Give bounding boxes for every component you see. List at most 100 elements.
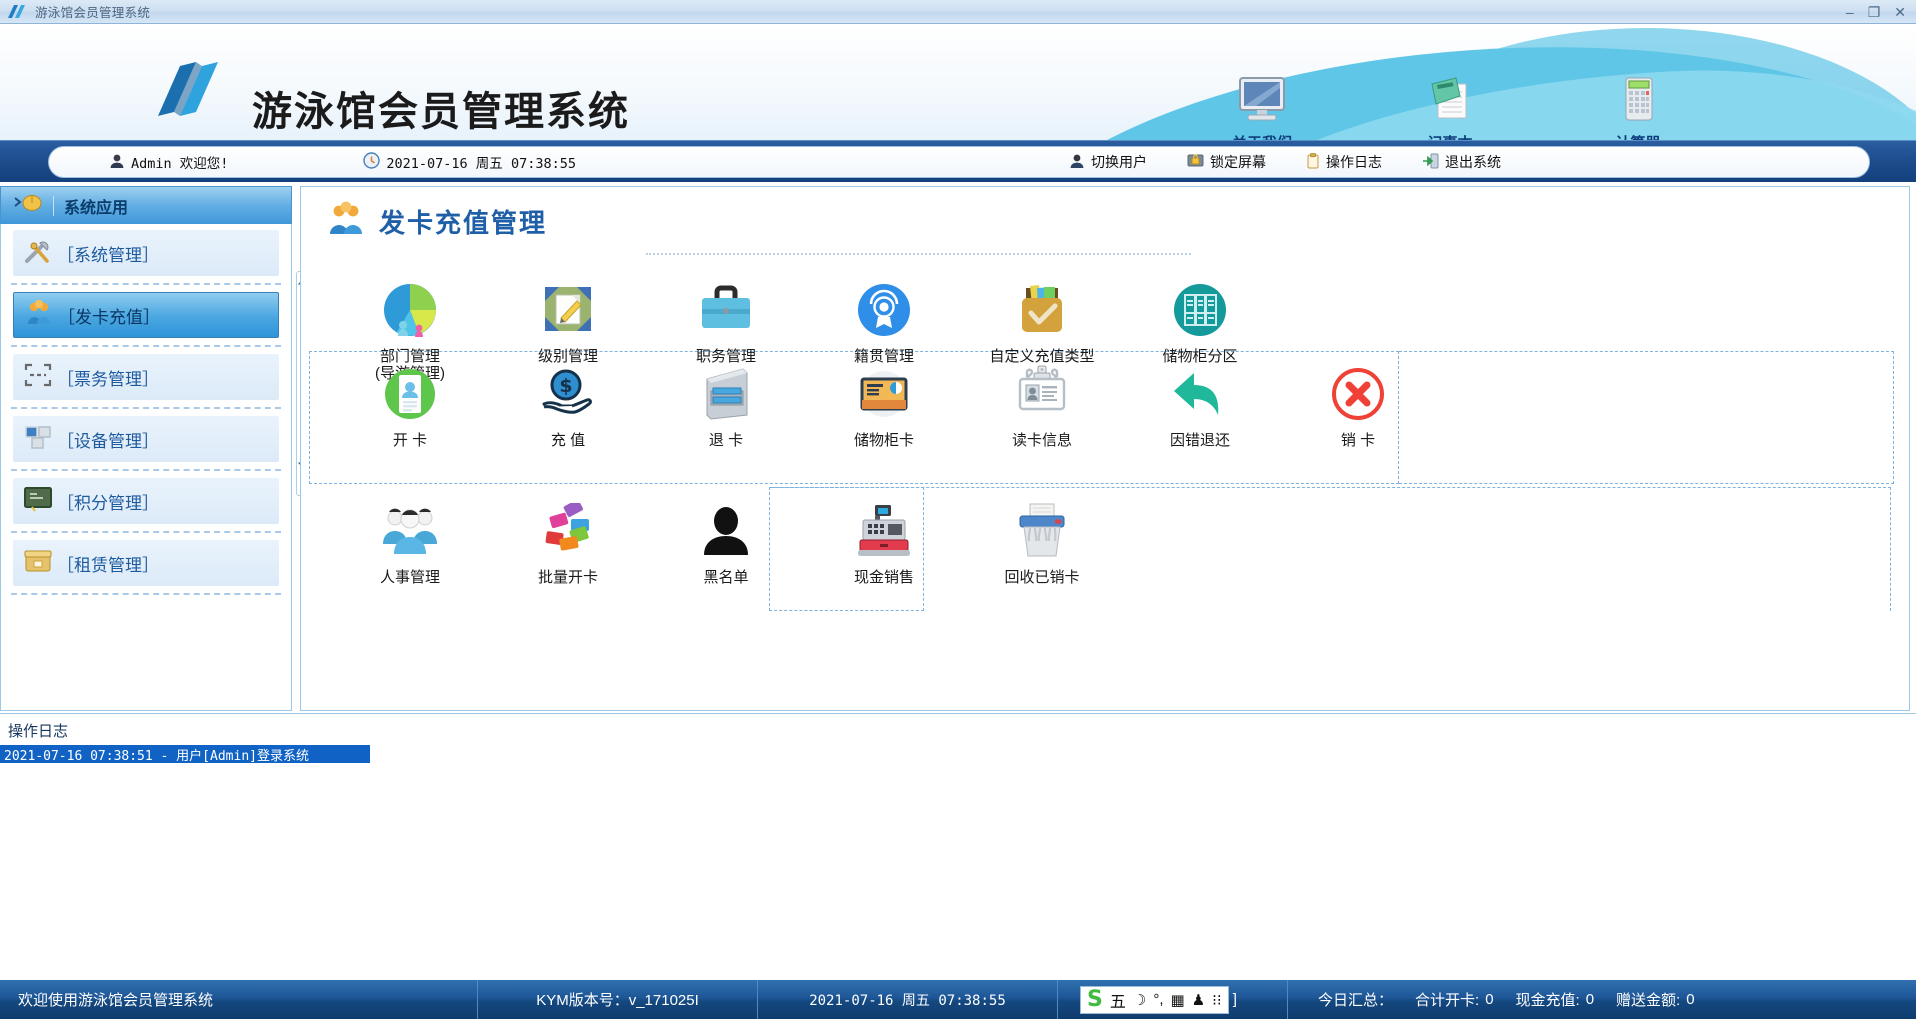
tile-label: 退 卡 — [647, 432, 805, 449]
members-icon — [24, 299, 54, 332]
lock-screen-button[interactable]: 锁定屏幕 — [1187, 152, 1266, 172]
exit-system-button[interactable]: 退出系统 — [1422, 152, 1501, 172]
lock-screen-icon — [1187, 153, 1204, 172]
sidebar-item-card-recharge[interactable]: ［发卡充值］ — [13, 292, 279, 338]
ime-toolbar[interactable]: S 五 ☽ °, ▦ ♟ ⁝⁝ — [1080, 986, 1229, 1014]
keyboard-icon[interactable]: ▦ — [1171, 991, 1185, 1009]
sidebar-divider — [11, 469, 281, 471]
operation-log-title: 操作日志 — [0, 714, 1916, 745]
tile-hr-management[interactable]: 人事管理 — [331, 494, 489, 586]
panel-header: 发卡充值管理 — [301, 187, 1909, 242]
tile-return-card[interactable]: 退 卡 — [647, 357, 805, 449]
tile-label: 黑名单 — [647, 569, 805, 586]
ime-tail: ] — [1233, 991, 1237, 1008]
tile-cancel-card[interactable]: 销 卡 — [1279, 357, 1437, 449]
tools-icon — [23, 237, 53, 270]
card-dispenser-icon — [647, 363, 805, 425]
summary-cash-recharge-label: 现金充值: — [1516, 989, 1580, 1010]
points-icon — [23, 486, 53, 517]
current-datetime: 2021-07-16 周五 07:38:55 — [363, 152, 576, 172]
welcome-user-text: Admin 欢迎您! — [131, 152, 228, 172]
tile-open-card[interactable]: 开 卡 — [331, 357, 489, 449]
minimize-button[interactable]: – — [1846, 5, 1854, 19]
datetime-text: 2021-07-16 周五 07:38:55 — [386, 152, 576, 172]
ime-indicator[interactable]: S 五 ☽ °, ▦ ♟ ⁝⁝ ] — [1058, 980, 1288, 1019]
window-title: 游泳馆会员管理系统 — [35, 2, 150, 21]
folder-check-icon — [963, 279, 1121, 341]
operation-log-button[interactable]: 操作日志 — [1306, 152, 1382, 172]
sidebar-item-label: ［设备管理］ — [57, 427, 159, 452]
undo-arrow-icon — [1121, 363, 1279, 425]
people-icon — [331, 500, 489, 562]
sidebar-item-label: ［租赁管理］ — [57, 551, 159, 576]
tile-read-card-info[interactable]: 读卡信息 — [963, 357, 1121, 449]
sidebar-divider — [11, 345, 281, 347]
locker-card-icon — [805, 363, 963, 425]
tile-cash-sale[interactable]: 现金销售 — [805, 494, 963, 586]
edit-doc-icon — [489, 279, 647, 341]
sidebar-item-ticket-management[interactable]: ［票务管理］ — [13, 354, 279, 400]
sidebar-item-system-management[interactable]: ［系统管理］ — [13, 230, 279, 276]
tile-blacklist[interactable]: 黑名单 — [647, 494, 805, 586]
cash-register-icon — [805, 500, 963, 562]
tile-label: 现金销售 — [805, 569, 963, 586]
close-button[interactable]: ✕ — [1894, 5, 1906, 19]
sidebar: 系统应用 ［系统管理］ — [0, 186, 292, 711]
user-avatar-icon — [109, 153, 125, 172]
calculator-icon — [1590, 68, 1686, 130]
tile-refund-by-mistake[interactable]: 因错退还 — [1121, 357, 1279, 449]
exit-system-icon — [1422, 153, 1439, 172]
user-icon[interactable]: ♟ — [1192, 991, 1205, 1009]
status-summary: 今日汇总： 合计开卡: 0 现金充值: 0 赠送金额: 0 — [1288, 980, 1713, 1019]
ime-mode-label[interactable]: 五 — [1110, 988, 1126, 1012]
rental-icon — [23, 548, 53, 579]
tile-label: 开 卡 — [331, 432, 489, 449]
id-card-green-icon — [331, 363, 489, 425]
tool-about-us[interactable]: 关于我们 — [1214, 68, 1310, 140]
tile-recharge[interactable]: $ 充 值 — [489, 357, 647, 449]
summary-open-cards-label: 合计开卡: — [1415, 989, 1479, 1010]
sidebar-header-title: 系统应用 — [64, 194, 128, 218]
switch-user-button[interactable]: 切换用户 — [1069, 152, 1147, 172]
brand-logo-icon — [150, 60, 230, 125]
sidebar-divider — [11, 593, 281, 595]
operation-log-panel: 操作日志 2021-07-16 07:38:51 - 用户[Admin]登录系统 — [0, 713, 1916, 980]
page-title: 发卡充值管理 — [379, 203, 547, 240]
sidebar-divider — [11, 407, 281, 409]
blacklist-icon — [647, 500, 805, 562]
sidebar-item-rental-management[interactable]: ［租赁管理］ — [13, 540, 279, 586]
pie-chart-icon — [331, 279, 489, 341]
tile-batch-open-card[interactable]: 批量开卡 — [489, 494, 647, 586]
punctuation-icon[interactable]: °, — [1153, 991, 1163, 1008]
summary-gift-amount-label: 赠送金额: — [1616, 989, 1680, 1010]
toolbox-icon[interactable]: ⁝⁝ — [1212, 991, 1222, 1009]
clock-icon — [363, 152, 380, 172]
row-management: 人事管理 批量开卡 黑名单 — [331, 494, 1121, 586]
sidebar-item-device-management[interactable]: ［设备管理］ — [13, 416, 279, 462]
sidebar-item-label: ［系统管理］ — [57, 241, 159, 266]
summary-gift-amount-value: 0 — [1686, 991, 1694, 1008]
summary-label: 今日汇总： — [1318, 989, 1393, 1010]
tile-recycle-cancelled-card[interactable]: 回收已销卡 — [963, 494, 1121, 586]
switch-user-label: 切换用户 — [1091, 152, 1147, 172]
notebook-icon — [1402, 68, 1498, 130]
moon-icon[interactable]: ☽ — [1133, 991, 1146, 1009]
tile-locker-card[interactable]: 储物柜卡 — [805, 357, 963, 449]
user-toolbar-pill: Admin 欢迎您! 2021-07-16 周五 07:38:55 切换用户 锁… — [48, 146, 1870, 178]
members-group-icon — [327, 201, 365, 242]
sogou-logo-icon: S — [1087, 987, 1103, 1012]
sidebar-item-label: ［票务管理］ — [57, 365, 159, 390]
status-datetime: 2021-07-16 周五 07:38:55 — [758, 980, 1058, 1019]
monitor-icon — [1214, 68, 1310, 130]
tool-notebook[interactable]: 记事本 — [1402, 68, 1498, 140]
ticket-icon — [23, 362, 53, 393]
tile-label: 人事管理 — [331, 569, 489, 586]
status-version: KYM版本号：v_171025I — [478, 980, 758, 1019]
maximize-button[interactable]: ❐ — [1868, 5, 1881, 19]
tile-label: 读卡信息 — [963, 432, 1121, 449]
sidebar-item-points-management[interactable]: ［积分管理］ — [13, 478, 279, 524]
device-icon — [23, 424, 53, 455]
log-entry[interactable]: 2021-07-16 07:38:51 - 用户[Admin]登录系统 — [0, 745, 370, 763]
sidebar-divider — [11, 283, 281, 285]
tool-calculator[interactable]: 计算器 — [1590, 68, 1686, 140]
